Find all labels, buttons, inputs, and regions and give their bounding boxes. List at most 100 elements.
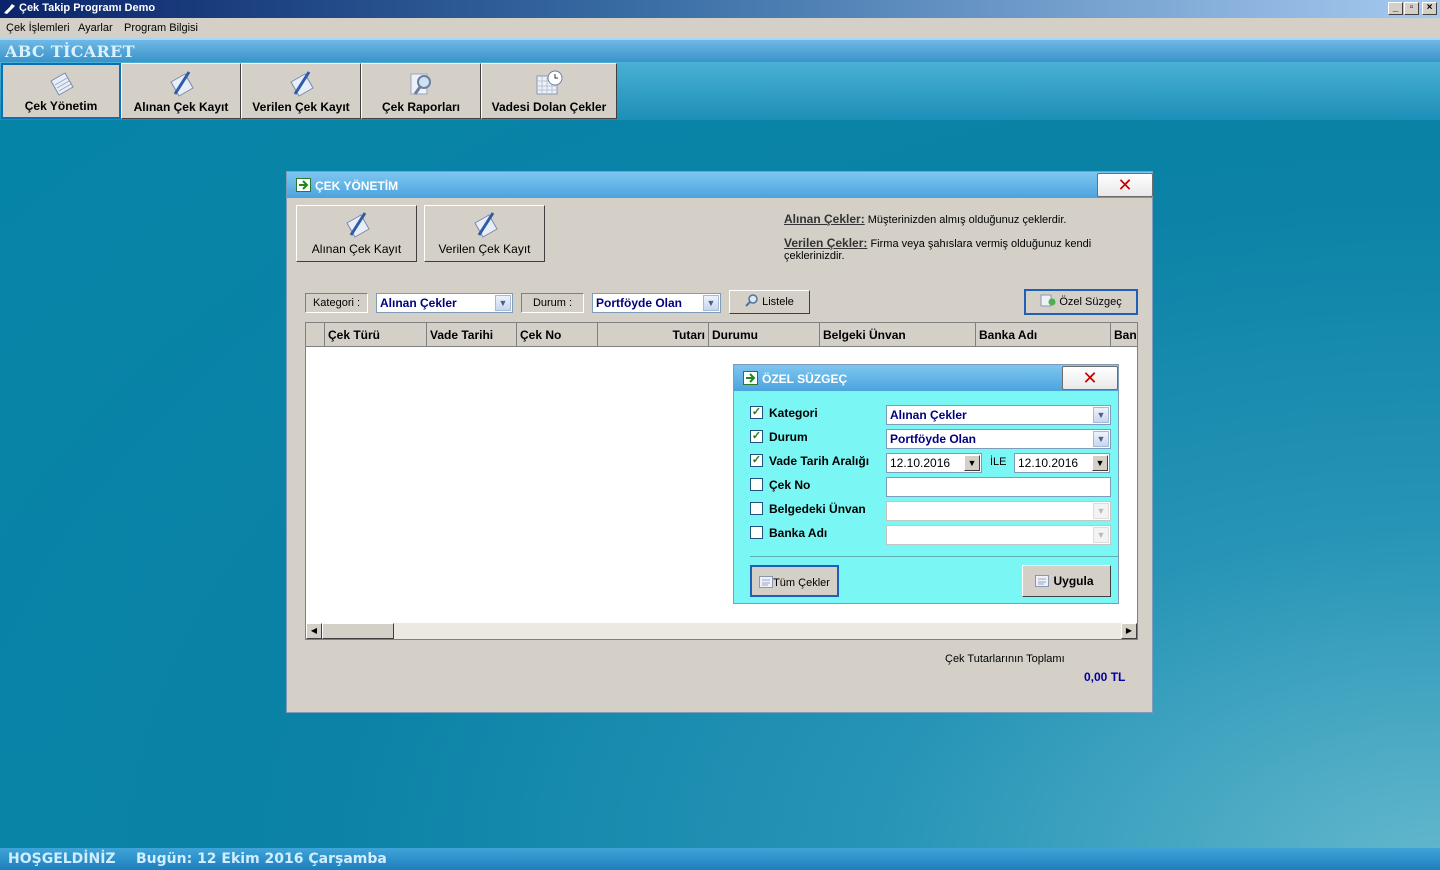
arrow-icon: [743, 371, 758, 385]
grid-horizontal-scrollbar[interactable]: ◀ ▶: [306, 623, 1137, 639]
alinan-cek-kayit-button[interactable]: Alınan Çek Kayıt: [296, 205, 417, 262]
kategori-select[interactable]: Alınan Çekler ▼: [376, 293, 513, 313]
durum-label: Durum :: [521, 293, 584, 313]
filter-title-bar: ÖZEL SÜZGEÇ ✕: [734, 365, 1118, 391]
close-window-button[interactable]: ×: [1422, 2, 1437, 15]
unvan-checkbox[interactable]: [750, 502, 763, 515]
today-text: Bugün: 12 Ekim 2016 Çarşamba: [136, 851, 387, 867]
row-selector-header: [306, 323, 325, 347]
kategori-checkbox[interactable]: ✓: [750, 406, 763, 419]
durum-checkbox[interactable]: ✓: [750, 430, 763, 443]
toolbar-cek-raporlari-button[interactable]: Çek Raporları: [361, 63, 481, 119]
col-cek-no[interactable]: Çek No: [517, 323, 598, 347]
minimize-button[interactable]: _: [1388, 2, 1403, 15]
welcome-text: HOŞGELDİNİZ: [8, 851, 116, 867]
close-icon: ✕: [1082, 368, 1098, 389]
listele-button[interactable]: Listele: [729, 290, 810, 314]
tum-cekler-button[interactable]: Tüm Çekler: [750, 565, 839, 597]
pen-document-icon: [473, 212, 498, 238]
menu-bar: Çek İşlemleri Ayarlar Program Bilgisi: [0, 18, 1440, 38]
arrow-icon: [296, 178, 311, 192]
menu-cek-islemleri[interactable]: Çek İşlemleri: [6, 22, 70, 34]
chevron-down-icon: ▼: [495, 295, 511, 311]
filter-title: ÖZEL SÜZGEÇ: [762, 372, 848, 386]
window-title-bar: Çek Takip Programı Demo _ ▫ ×: [0, 0, 1440, 18]
documents-icon: [50, 72, 74, 96]
durum-filter-select[interactable]: Portföyde Olan ▼: [886, 429, 1111, 449]
pen-document-icon: [290, 71, 314, 97]
status-bar: HOŞGELDİNİZ Bugün: 12 Ekim 2016 Çarşamba: [0, 848, 1440, 870]
toolbar-cek-yonetim-button[interactable]: Çek Yönetim: [1, 63, 121, 119]
banka-select[interactable]: ▼: [886, 525, 1111, 545]
main-toolbar: Çek Yönetim Alınan Çek Kayıt Verilen Çek…: [0, 62, 1440, 120]
chevron-down-icon: ▼: [1093, 503, 1109, 519]
dialog-close-button[interactable]: ✕: [1097, 173, 1153, 197]
info-term: Alınan Çekler:: [784, 212, 865, 226]
chevron-down-icon: ▼: [703, 295, 719, 311]
verilen-cek-kayit-button[interactable]: Verilen Çek Kayıt: [424, 205, 545, 262]
close-icon: ✕: [1117, 175, 1133, 196]
col-banka-adi[interactable]: Banka Adı: [976, 323, 1111, 347]
filter-close-button[interactable]: ✕: [1062, 366, 1118, 390]
col-cek-turu[interactable]: Çek Türü: [325, 323, 427, 347]
unvan-filter-label: Belgedeki Ünvan: [769, 502, 866, 516]
date-from-picker[interactable]: 12.10.2016 ▼: [886, 453, 982, 473]
ozel-suzgec-dialog: ÖZEL SÜZGEÇ ✕ ✓ Kategori Alınan Çekler ▼…: [733, 364, 1119, 604]
chevron-down-icon: ▼: [964, 455, 980, 471]
info-verilen: Verilen Çekler: Firma veya şahıslara ver…: [784, 236, 1152, 262]
list-icon: [759, 576, 773, 588]
dialog-title-bar: ÇEK YÖNETİM ✕: [287, 172, 1153, 198]
kategori-filter-select[interactable]: Alınan Çekler ▼: [886, 405, 1111, 425]
scroll-thumb[interactable]: [322, 623, 394, 639]
info-desc: Müşterinizden almış olduğunuz çeklerdir.: [867, 214, 1067, 226]
pen-document-icon: [170, 71, 194, 97]
col-durumu[interactable]: Durumu: [709, 323, 820, 347]
total-value: 0,00 TL: [1084, 670, 1126, 684]
banka-checkbox[interactable]: [750, 526, 763, 539]
kategori-filter-label: Kategori: [769, 406, 818, 420]
date-to-picker[interactable]: 12.10.2016 ▼: [1014, 453, 1110, 473]
toolbar-vadesi-dolan-cekler-button[interactable]: Vadesi Dolan Çekler: [481, 63, 617, 119]
chevron-down-icon: ▼: [1092, 455, 1108, 471]
search-icon: [745, 294, 758, 307]
vade-filter-label: Vade Tarih Aralığı: [769, 454, 870, 468]
vade-checkbox[interactable]: ✓: [750, 454, 763, 467]
window-title: Çek Takip Programı Demo: [19, 2, 156, 14]
menu-program-bilgisi[interactable]: Program Bilgisi: [124, 22, 198, 34]
app-logo-icon: [4, 4, 15, 14]
unvan-select[interactable]: ▼: [886, 501, 1111, 521]
toolbar-alinan-cek-kayit-button[interactable]: Alınan Çek Kayıt: [121, 63, 241, 119]
durum-filter-label: Durum: [769, 430, 808, 444]
list-icon: [1035, 575, 1049, 587]
pen-document-icon: [345, 212, 370, 238]
chevron-down-icon: ▼: [1093, 527, 1109, 543]
cek-no-checkbox[interactable]: [750, 478, 763, 491]
scroll-left-icon[interactable]: ◀: [306, 623, 322, 639]
chevron-down-icon: ▼: [1093, 431, 1109, 447]
ozel-suzgec-button[interactable]: Özel Süzgeç: [1024, 289, 1138, 315]
info-alinan: Alınan Çekler: Müşterinizden almış olduğ…: [784, 212, 1066, 226]
company-name: ABC TİCARET: [5, 42, 135, 61]
date-range-separator: İLE: [990, 456, 1007, 468]
company-banner: ABC TİCARET: [0, 38, 1440, 62]
col-banl[interactable]: Banl: [1111, 323, 1137, 347]
col-belgeki-unvan[interactable]: Belgeki Ünvan: [820, 323, 976, 347]
total-label: Çek Tutarlarının Toplamı: [945, 653, 1065, 665]
uygula-button[interactable]: Uygula: [1022, 565, 1111, 597]
divider: [750, 556, 1118, 557]
info-term: Verilen Çekler:: [784, 236, 868, 250]
kategori-label: Kategori :: [305, 293, 368, 313]
magnifier-icon: [410, 73, 431, 95]
restore-button[interactable]: ▫: [1404, 2, 1419, 15]
col-tutari[interactable]: Tutarı: [598, 323, 709, 347]
col-vade-tarihi[interactable]: Vade Tarihi: [427, 323, 517, 347]
menu-ayarlar[interactable]: Ayarlar: [78, 22, 113, 34]
grid-header: Çek Türü Vade Tarihi Çek No Tutarı Durum…: [306, 323, 1137, 347]
cek-no-filter-label: Çek No: [769, 478, 811, 492]
cek-no-input[interactable]: [886, 477, 1111, 497]
durum-select[interactable]: Portföyde Olan ▼: [592, 293, 721, 313]
toolbar-verilen-cek-kayit-button[interactable]: Verilen Çek Kayıt: [241, 63, 361, 119]
dialog-title: ÇEK YÖNETİM: [315, 179, 399, 193]
filter-icon: [1040, 294, 1056, 307]
scroll-right-icon[interactable]: ▶: [1121, 623, 1137, 639]
